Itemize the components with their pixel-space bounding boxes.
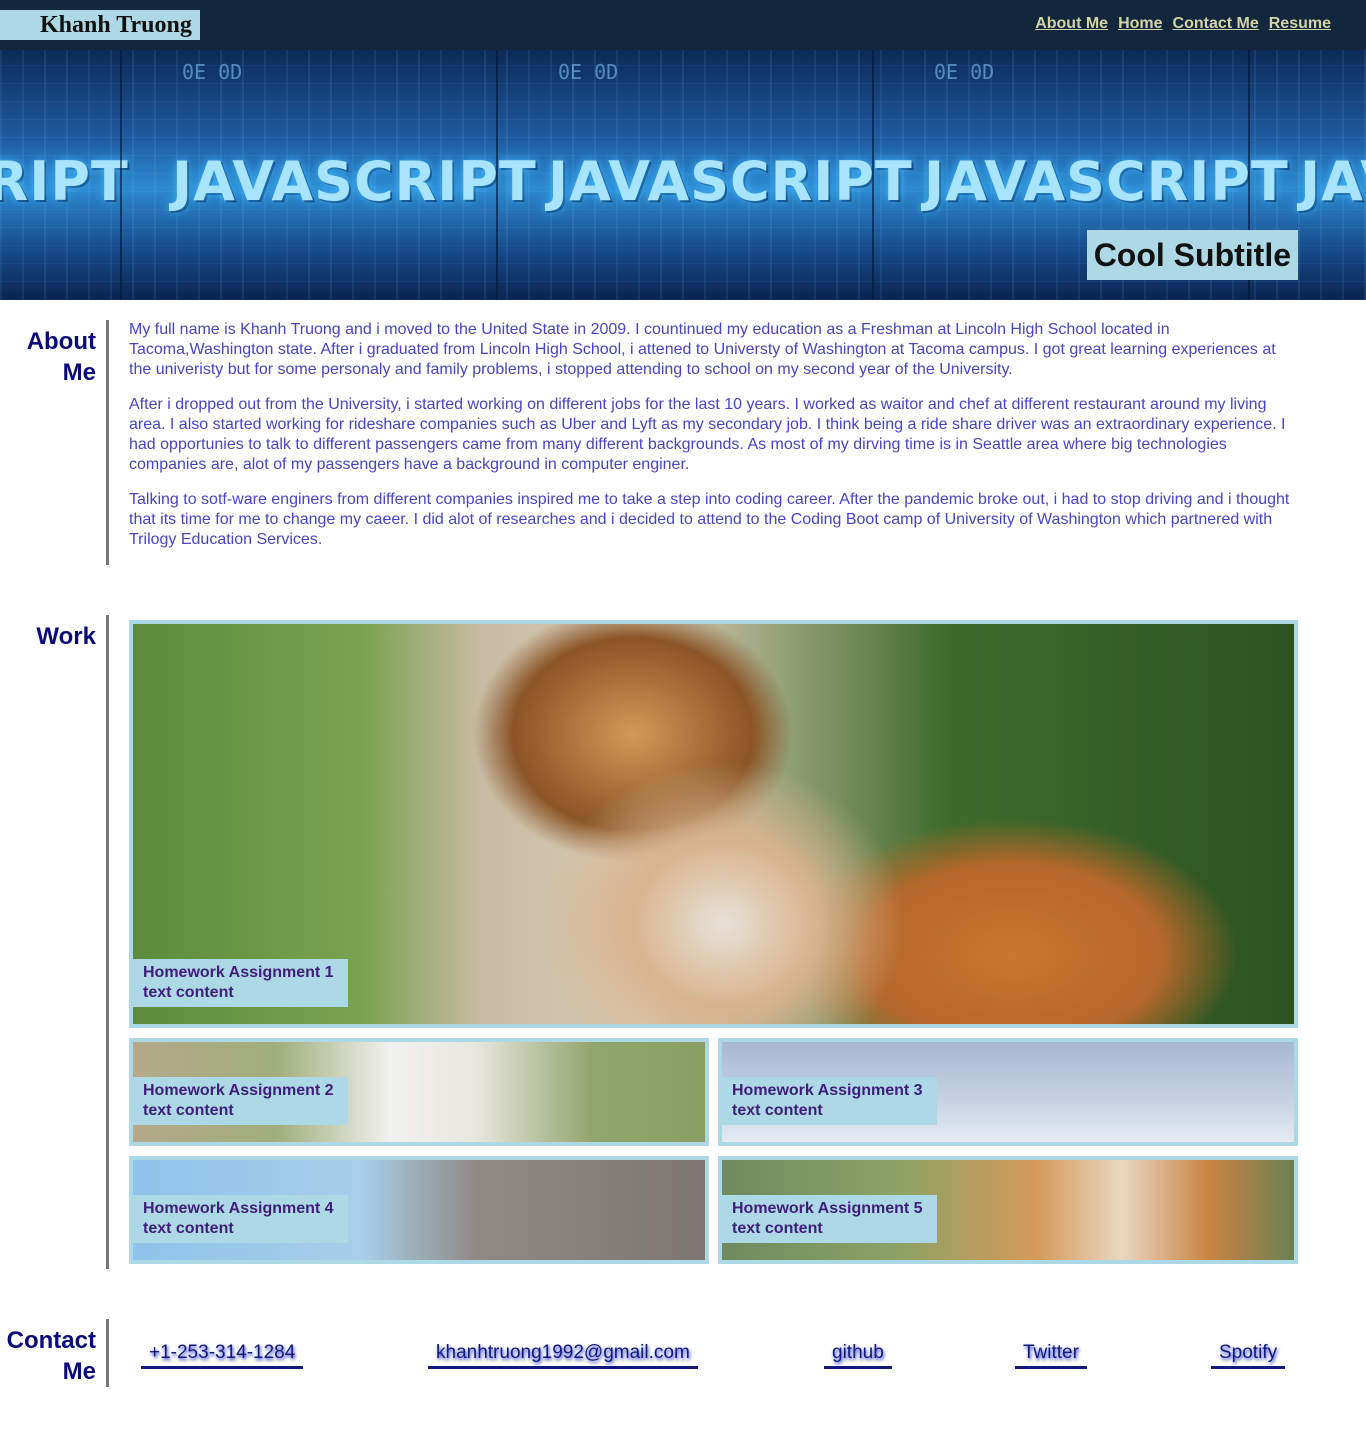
brand-box: Khanh Truong — [0, 10, 200, 40]
work-divider — [106, 615, 109, 1269]
nav-contact-me[interactable]: Contact Me — [1173, 15, 1259, 33]
work-card-caption: Homework Assignment 1 text content — [133, 959, 348, 1007]
work-card-3[interactable]: Homework Assignment 3 text content — [718, 1038, 1298, 1146]
hero-tile: 0E 0D JAVASCRIPT — [496, 50, 912, 300]
work-card-1[interactable]: Homework Assignment 1 text content — [129, 620, 1298, 1028]
contact-email-link[interactable]: khanhtruong1992@gmail.com — [428, 1342, 698, 1369]
about-divider — [106, 320, 109, 565]
nav-home[interactable]: Home — [1118, 15, 1162, 33]
contact-spotify-link[interactable]: Spotify — [1211, 1342, 1286, 1369]
hero-subtitle-box: Cool Subtitle — [1086, 230, 1298, 280]
work-card-5[interactable]: Homework Assignment 5 text content — [718, 1156, 1298, 1264]
nav-resume[interactable]: Resume — [1269, 15, 1331, 33]
hero-banner: JAVASCRIPT 0E 0D JAVASCRIPT 0E 0D JAVASC… — [0, 50, 1366, 300]
about-paragraph: My full name is Khanh Truong and i moved… — [129, 321, 1276, 378]
hero-word: JAVASCRIPT — [1300, 150, 1366, 213]
about-paragraph: Talking to sotf-ware enginers from diffe… — [129, 491, 1290, 548]
contact-github-link[interactable]: github — [824, 1342, 892, 1369]
work-card-caption: Homework Assignment 5 text content — [722, 1195, 937, 1243]
contact-title: Contact Me — [6, 1327, 96, 1385]
work-title: Work — [36, 623, 96, 650]
hero-word: JAVASCRIPT — [924, 150, 1289, 213]
hero-tile: 0E 0D JAVASCRIPT — [120, 50, 536, 300]
hero-word: JAVASCRIPT — [0, 150, 129, 213]
contact-divider — [106, 1319, 109, 1387]
work-card-4[interactable]: Homework Assignment 4 text content — [129, 1156, 709, 1264]
hero-tile: JAVASCRIPT — [0, 50, 128, 300]
hero-word: JAVASCRIPT — [172, 150, 537, 213]
top-nav-bar: Khanh Truong About Me Home Contact Me Re… — [0, 0, 1366, 50]
work-card-2[interactable]: Homework Assignment 2 text content — [129, 1038, 709, 1146]
about-text: My full name is Khanh Truong and i moved… — [129, 320, 1294, 565]
work-card-caption: Homework Assignment 4 text content — [133, 1195, 348, 1243]
about-paragraph: After i dropped out from the University,… — [129, 396, 1286, 473]
contact-phone-link[interactable]: +1-253-314-1284 — [141, 1342, 304, 1369]
contact-twitter-link[interactable]: Twitter — [1015, 1342, 1087, 1369]
nav-about-me[interactable]: About Me — [1035, 15, 1108, 33]
about-title: About Me — [26, 328, 96, 386]
main-nav: About Me Home Contact Me Resume — [1035, 15, 1331, 33]
work-card-caption: Homework Assignment 2 text content — [133, 1077, 348, 1125]
hero-word: JAVASCRIPT — [548, 150, 913, 213]
hero-subtitle: Cool Subtitle — [1093, 236, 1291, 273]
work-card-caption: Homework Assignment 3 text content — [722, 1077, 937, 1125]
brand-name: Khanh Truong — [40, 12, 192, 38]
